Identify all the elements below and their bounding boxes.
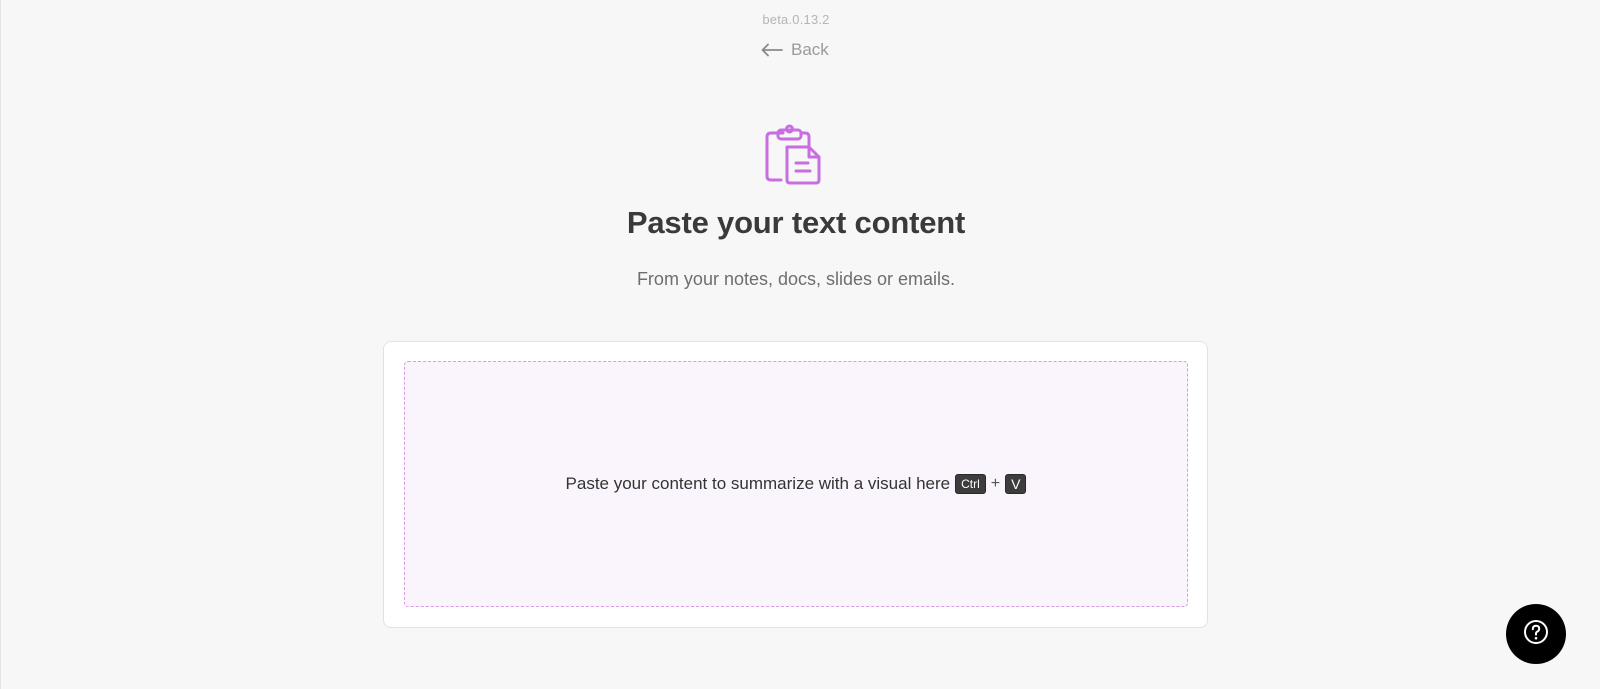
ctrl-key-badge: Ctrl xyxy=(955,474,986,494)
paste-instruction-row: Paste your content to summarize with a v… xyxy=(566,474,1027,494)
shortcut-plus: + xyxy=(990,475,1001,492)
page-subtitle: From your notes, docs, slides or emails. xyxy=(636,269,956,289)
paste-card: Paste your content to summarize with a v… xyxy=(383,341,1208,628)
back-label: Back xyxy=(791,40,829,59)
page: beta.0.13.2 Back Paste your text content… xyxy=(0,0,1600,689)
back-link[interactable]: Back xyxy=(761,40,829,60)
paste-instruction: Paste your content to summarize with a v… xyxy=(565,474,951,493)
version-label: beta.0.13.2 xyxy=(762,12,830,27)
arrow-left-icon xyxy=(761,43,783,57)
clipboard-document-icon xyxy=(763,124,825,186)
question-circle-icon xyxy=(1523,619,1549,650)
help-button[interactable] xyxy=(1506,604,1566,664)
v-key-badge: V xyxy=(1005,474,1027,494)
paste-dropzone[interactable]: Paste your content to summarize with a v… xyxy=(404,361,1188,607)
page-title: Paste your text content xyxy=(626,205,966,240)
